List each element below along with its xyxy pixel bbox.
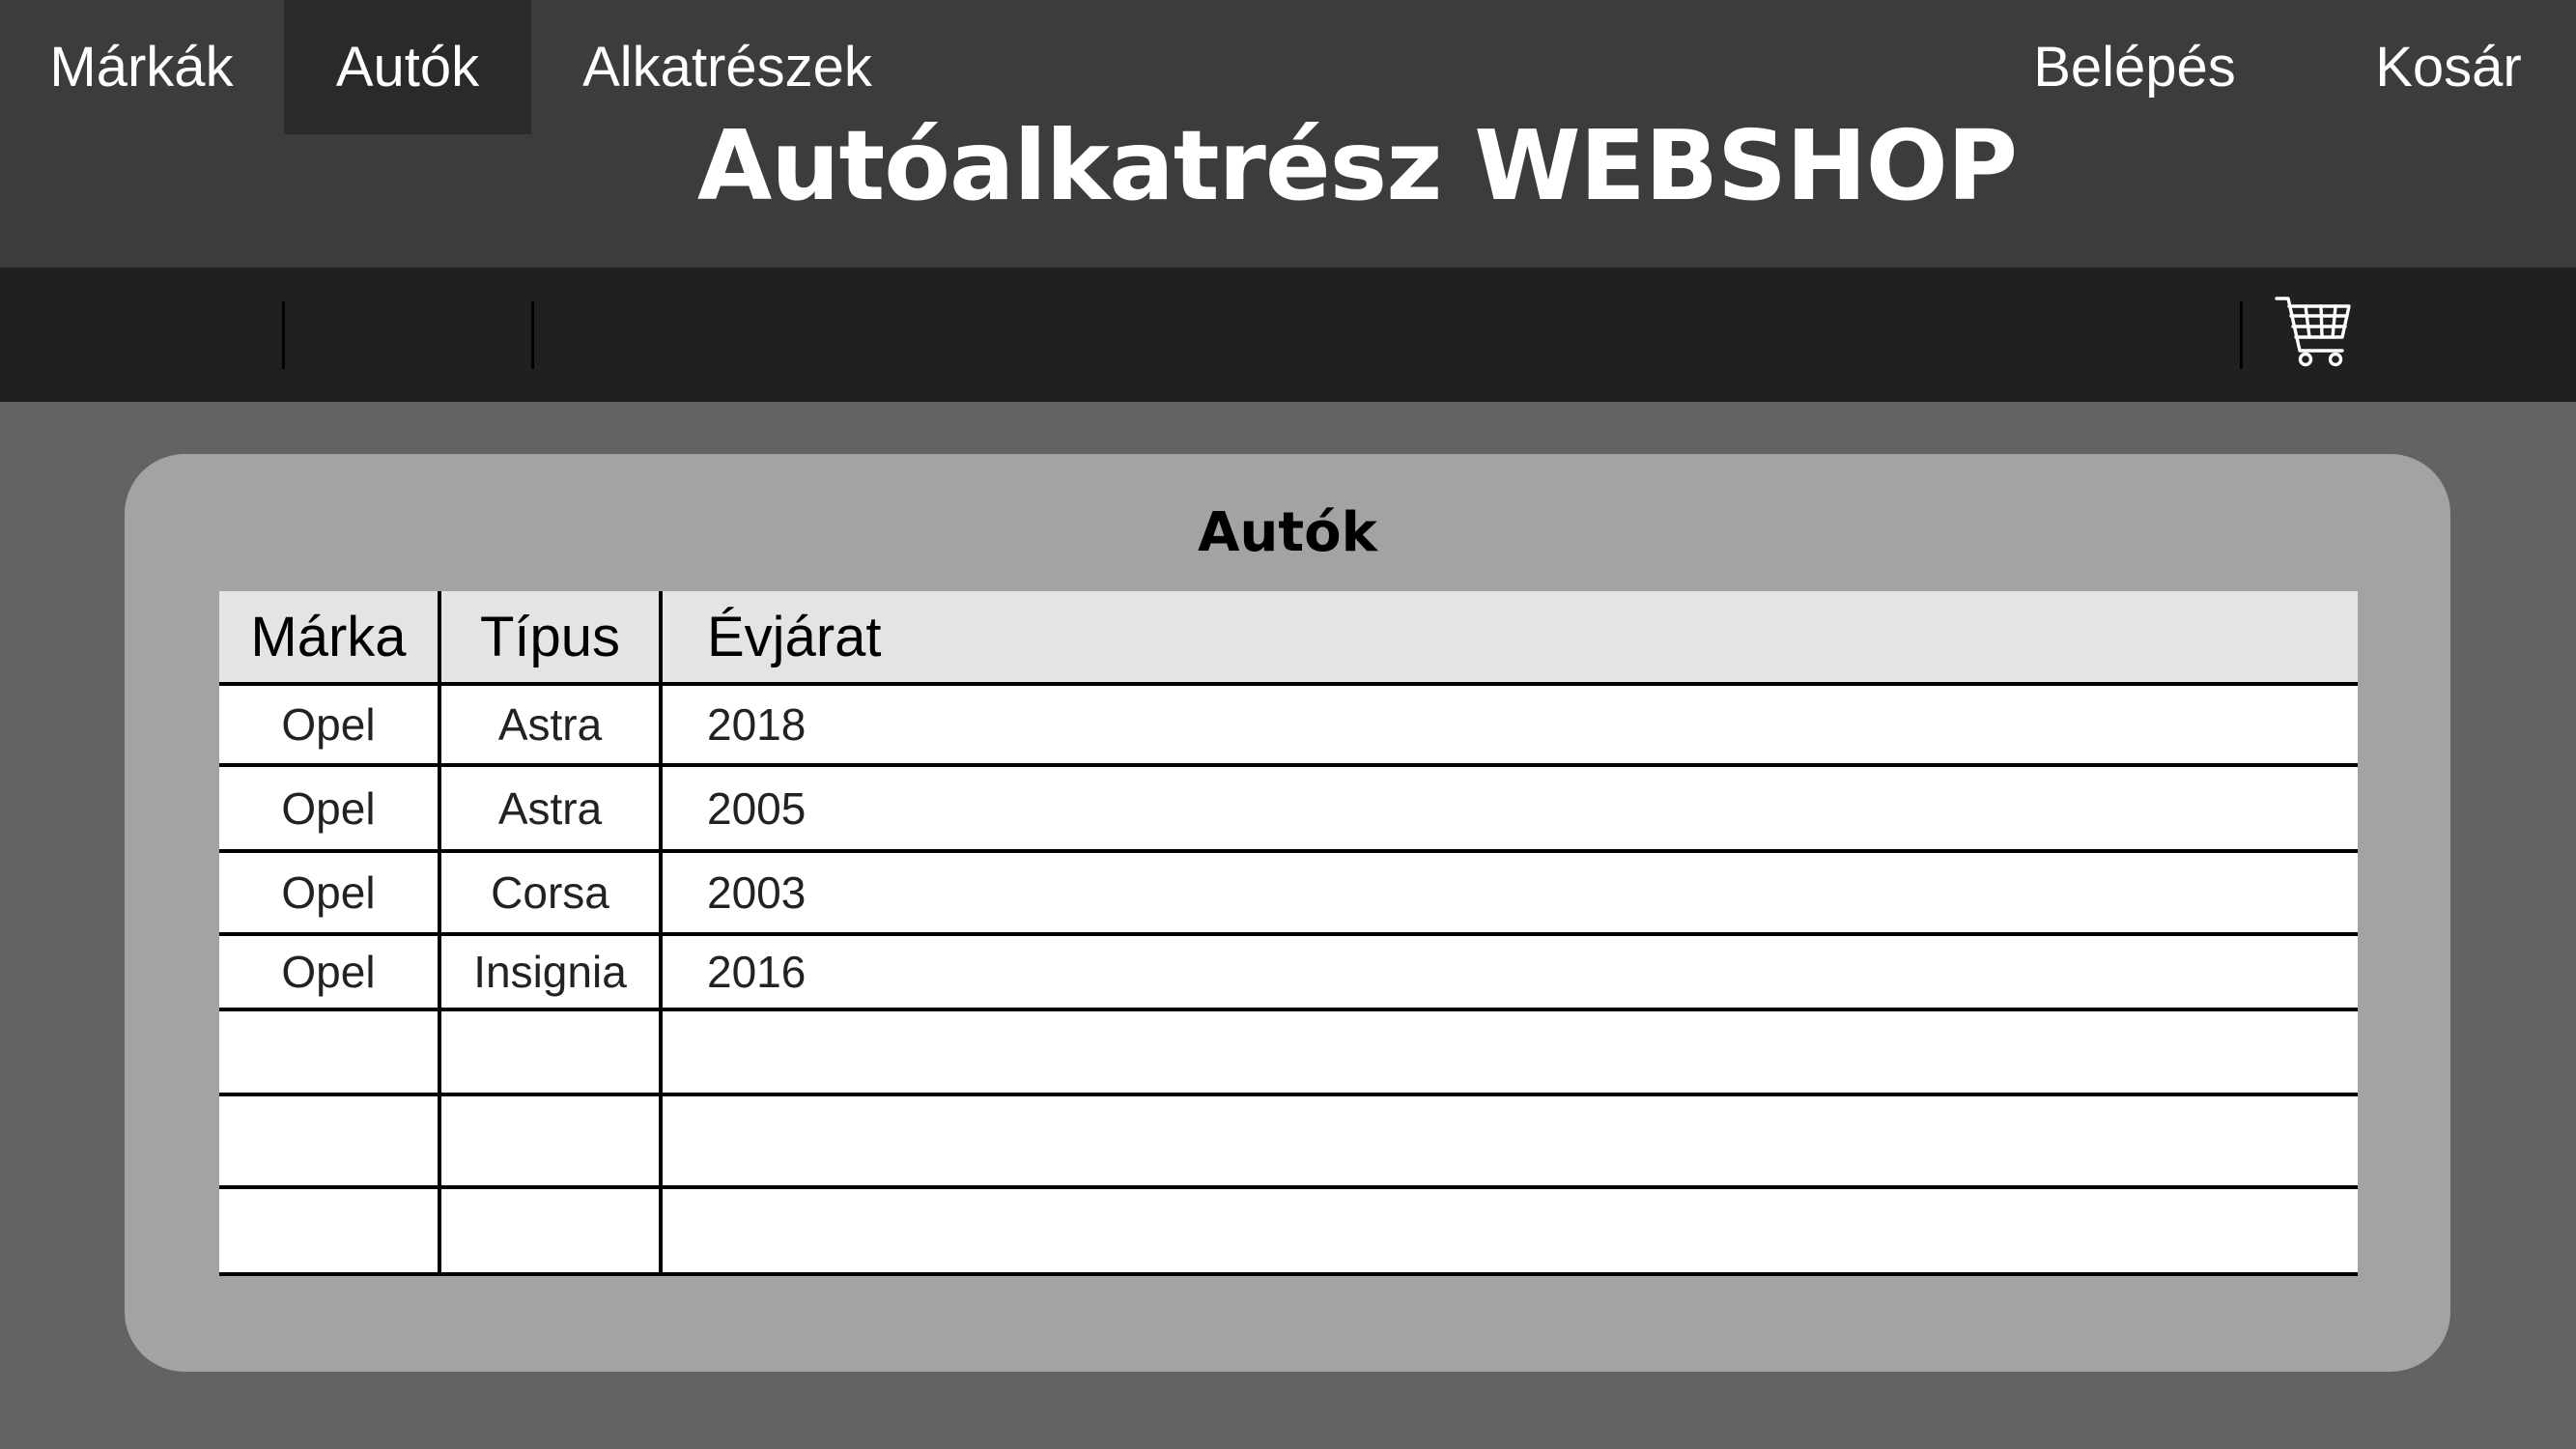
cart-link[interactable]: Kosár (2357, 0, 2540, 134)
table-row[interactable] (219, 1094, 2358, 1189)
panel-title: Autók (1198, 501, 1377, 564)
column-header-brand[interactable]: Márka (219, 591, 439, 686)
cars-table: Márka Típus Évjárat Opel Astra 2018 Opel… (219, 591, 2358, 1276)
table-header-row: Márka Típus Évjárat (219, 591, 2358, 686)
table-row[interactable]: Opel Astra 2018 (219, 684, 2358, 767)
cell-type (438, 1009, 661, 1096)
nav-item-markak[interactable]: Márkák (0, 0, 283, 134)
cell-brand: Opel (219, 765, 439, 853)
nav-item-label: Alkatrészek (582, 36, 872, 99)
table-row[interactable] (219, 1187, 2358, 1276)
column-header-type[interactable]: Típus (438, 591, 661, 686)
table-row[interactable]: Opel Corsa 2003 (219, 851, 2358, 936)
cell-year: 2003 (659, 851, 2358, 936)
cell-year: 2016 (659, 934, 2358, 1011)
cell-year: 2018 (659, 684, 2358, 767)
cell-type (438, 1187, 661, 1276)
cell-type (438, 1094, 661, 1189)
cell-type: Insignia (438, 934, 661, 1011)
cell-type: Corsa (438, 851, 661, 936)
nav-divider (531, 301, 534, 369)
nav-divider (282, 301, 285, 369)
cell-brand: Opel (219, 934, 439, 1011)
nav-item-autok[interactable]: Autók (284, 0, 531, 134)
nav-bar (0, 268, 2576, 402)
cell-year: 2005 (659, 765, 2358, 853)
nav-item-label: Autók (335, 36, 480, 99)
cell-year (659, 1094, 2358, 1189)
table-row[interactable]: Opel Insignia 2016 (219, 934, 2358, 1011)
shopping-cart-icon[interactable] (2275, 295, 2352, 368)
table-row[interactable] (219, 1009, 2358, 1096)
table-row[interactable]: Opel Astra 2005 (219, 765, 2358, 853)
cell-brand: Opel (219, 851, 439, 936)
cell-type: Astra (438, 765, 661, 853)
cell-year (659, 1187, 2358, 1276)
nav-divider (2240, 301, 2243, 369)
column-header-year[interactable]: Évjárat (659, 591, 2358, 686)
login-label: Belépés (2033, 36, 2236, 99)
nav-item-alkatreszek[interactable]: Alkatrészek (534, 0, 920, 134)
cart-label: Kosár (2375, 36, 2522, 99)
cell-brand: Opel (219, 684, 439, 767)
cell-type: Astra (438, 684, 661, 767)
cell-brand (219, 1094, 439, 1189)
cell-year (659, 1009, 2358, 1096)
cell-brand (219, 1187, 439, 1276)
cell-brand (219, 1009, 439, 1096)
nav-item-label: Márkák (49, 36, 234, 99)
login-link[interactable]: Belépés (1990, 0, 2279, 134)
